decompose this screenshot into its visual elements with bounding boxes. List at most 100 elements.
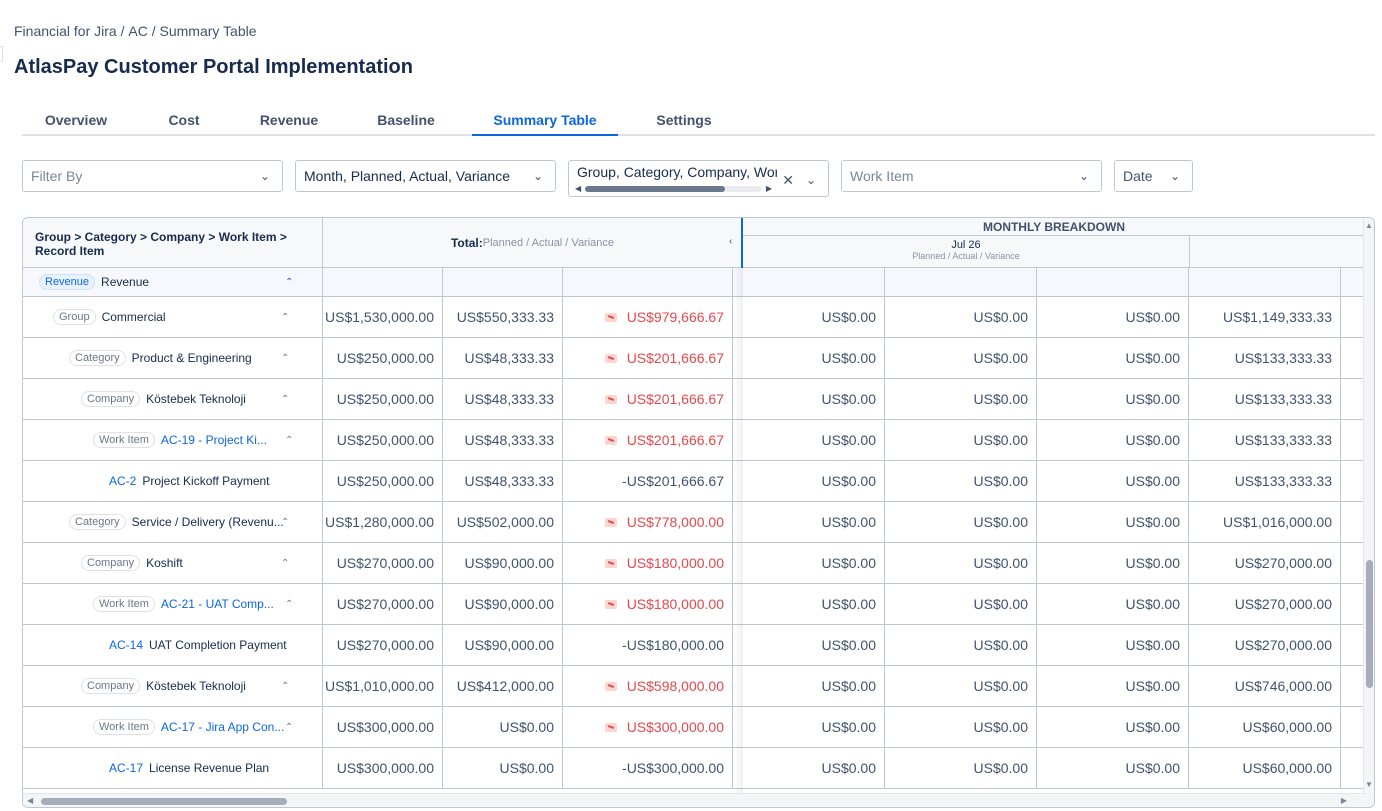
grouping-scrollbar[interactable]: ◀ ▶ xyxy=(575,185,772,193)
date-select[interactable]: Date ⌄ xyxy=(1114,160,1193,192)
scroll-thumb[interactable] xyxy=(1366,560,1373,688)
row-label-cell: Group Commercial ⌃ xyxy=(23,297,323,337)
table-row[interactable]: Group Commercial ⌃ US$1,530,000.00 US$550,33… xyxy=(23,297,1365,338)
level-badge: Work Item xyxy=(93,432,155,448)
cell-m4: US$133,333.33 xyxy=(1189,379,1341,419)
cell-value: US$180,000.00 xyxy=(626,596,724,612)
cell-variance: -US$201,666.67 xyxy=(563,461,733,501)
chevron-up-icon[interactable]: ⌃ xyxy=(281,517,289,528)
breadcrumb-app[interactable]: Financial for Jira xyxy=(14,23,117,39)
chevron-up-icon[interactable]: ⌃ xyxy=(281,681,289,692)
cell-value: US$778,000.00 xyxy=(626,514,724,530)
scroll-right-icon[interactable]: ▶ xyxy=(1341,796,1347,805)
tab-summary-table[interactable]: Summary Table xyxy=(472,108,618,136)
cell-m3: US$0.00 xyxy=(1037,420,1189,460)
cell-m4: US$133,333.33 xyxy=(1189,461,1341,501)
horizontal-scrollbar[interactable]: ◀ ▶ xyxy=(23,793,1365,807)
cell-value: US$250,000.00 xyxy=(336,391,434,407)
tab-revenue[interactable]: Revenue xyxy=(238,108,340,134)
row-label-cell: Company Koshift ⌃ xyxy=(23,543,323,583)
section-badge: Revenue xyxy=(39,274,96,290)
columns-select[interactable]: Month, Planned, Actual, Variance ⌄ xyxy=(295,160,556,192)
cell-value: US$0.00 xyxy=(1125,473,1180,489)
cell-value: US$133,333.33 xyxy=(1234,432,1332,448)
issue-key[interactable]: AC-14 xyxy=(109,638,143,652)
cell-actual: US$550,333.33 xyxy=(443,297,563,337)
scroll-thumb[interactable] xyxy=(585,186,725,192)
work-item-select[interactable]: Work Item ⌄ xyxy=(841,160,1102,192)
filter-by-select[interactable]: Filter By ⌄ xyxy=(22,160,283,192)
table-row[interactable]: Company Köstebek Teknoloji ⌃ US$1,010,000.0… xyxy=(23,666,1365,707)
trend-down-icon xyxy=(604,681,617,691)
cell-value: US$201,666.67 xyxy=(626,432,724,448)
issue-key[interactable]: AC-2 xyxy=(109,474,136,488)
table-row[interactable]: Work Item AC-21 - UAT Comp... ⌃ US$270,000.… xyxy=(23,584,1365,625)
cell-variance: US$979,666.67 xyxy=(563,297,733,337)
cell-m2: US$0.00 xyxy=(885,461,1037,501)
table-row[interactable]: AC-14 UAT Completion Payment US$270,000.00… xyxy=(23,625,1365,666)
chevron-up-icon[interactable]: ⌃ xyxy=(285,435,293,446)
grouping-select[interactable]: Group, Category, Company, Wor ✕ ⌄ ◀ ▶ xyxy=(568,160,829,197)
table-row[interactable]: Work Item AC-19 - Project Ki... ⌃ US$250,00… xyxy=(23,420,1365,461)
cell-m2: US$0.00 xyxy=(885,625,1037,665)
chevron-up-icon[interactable]: ⌃ xyxy=(285,277,293,288)
cell-value: US$133,333.33 xyxy=(1234,473,1332,489)
row-name[interactable]: AC-17 - Jira App Con... xyxy=(161,720,284,734)
chevron-up-icon[interactable]: ⌃ xyxy=(281,312,289,323)
table-row[interactable]: AC-17 License Revenue Plan US$300,000.00 US… xyxy=(23,748,1365,789)
tab-settings[interactable]: Settings xyxy=(618,108,750,134)
cell-value: US$250,000.00 xyxy=(336,432,434,448)
cell-m1: US$0.00 xyxy=(733,461,885,501)
cell-m2: US$0.00 xyxy=(885,297,1037,337)
cell-actual: US$502,000.00 xyxy=(443,502,563,542)
collapse-total-icon[interactable]: ‹ xyxy=(729,236,732,247)
table-row[interactable]: Company Koshift ⌃ US$270,000.00 US$90,000.00… xyxy=(23,543,1365,584)
columns-value: Month, Planned, Actual, Variance xyxy=(304,168,510,184)
chevron-up-icon[interactable]: ⌃ xyxy=(281,558,289,569)
scroll-thumb[interactable] xyxy=(41,798,287,805)
tab-baseline[interactable]: Baseline xyxy=(340,108,472,134)
chevron-up-icon[interactable]: ⌃ xyxy=(285,599,293,610)
cell xyxy=(1189,268,1341,296)
total-header: Total: Planned / Actual / Variance xyxy=(323,218,742,268)
chevron-up-icon[interactable]: ⌃ xyxy=(281,353,289,364)
scroll-left-icon[interactable]: ◀ xyxy=(575,185,581,193)
table-row[interactable]: Company Köstebek Teknoloji ⌃ US$250,000.00 U… xyxy=(23,379,1365,420)
cell-value: US$270,000.00 xyxy=(336,555,434,571)
cell-variance: US$300,000.00 xyxy=(563,707,733,747)
cell-value: US$0.00 xyxy=(973,309,1028,325)
chevron-up-icon[interactable]: ⌃ xyxy=(281,394,289,405)
breadcrumb-page[interactable]: Summary Table xyxy=(160,23,257,39)
cell-m2: US$0.00 xyxy=(885,584,1037,624)
scroll-down-icon[interactable]: ▼ xyxy=(1365,780,1373,789)
cell-value: US$300,000.00 xyxy=(336,760,434,776)
cell-value: US$0.00 xyxy=(499,760,554,776)
row-name[interactable]: AC-19 - Project Ki... xyxy=(161,433,267,447)
row-name: Köstebek Teknoloji xyxy=(146,679,246,693)
cell-value: US$270,000.00 xyxy=(336,637,434,653)
issue-key[interactable]: AC-17 xyxy=(109,761,143,775)
cell-value: US$979,666.67 xyxy=(626,309,724,325)
cell-m2: US$0.00 xyxy=(885,379,1037,419)
trend-down-icon xyxy=(604,353,617,363)
table-row[interactable]: Work Item AC-17 - Jira App Con... ⌃ US$300,… xyxy=(23,707,1365,748)
tab-overview[interactable]: Overview xyxy=(22,108,130,134)
cell-m4: US$1,149,333.33 xyxy=(1189,297,1341,337)
cell-value: US$0.00 xyxy=(821,760,876,776)
table-row[interactable]: Category Service / Delivery (Revenu... ⌃ US… xyxy=(23,502,1365,543)
breadcrumb-project[interactable]: AC xyxy=(128,23,147,39)
cell-actual: US$90,000.00 xyxy=(443,543,563,583)
tab-cost[interactable]: Cost xyxy=(130,108,238,134)
chevron-down-icon: ⌄ xyxy=(805,173,817,187)
scroll-left-icon[interactable]: ◀ xyxy=(27,796,33,805)
cell-variance: US$201,666.67 xyxy=(563,338,733,378)
clear-icon[interactable]: ✕ xyxy=(782,173,794,187)
table-row[interactable]: Category Product & Engineering ⌃ US$250,000… xyxy=(23,338,1365,379)
scroll-up-icon[interactable]: ▲ xyxy=(1365,221,1373,230)
vertical-scrollbar[interactable]: ▲ ▼ xyxy=(1363,218,1374,807)
row-label-cell: AC-2 Project Kickoff Payment xyxy=(23,461,323,501)
chevron-up-icon[interactable]: ⌃ xyxy=(285,722,293,733)
row-name[interactable]: AC-21 - UAT Comp... xyxy=(161,597,274,611)
table-row[interactable]: AC-2 Project Kickoff Payment US$250,000.00… xyxy=(23,461,1365,502)
scroll-right-icon[interactable]: ▶ xyxy=(766,185,772,193)
